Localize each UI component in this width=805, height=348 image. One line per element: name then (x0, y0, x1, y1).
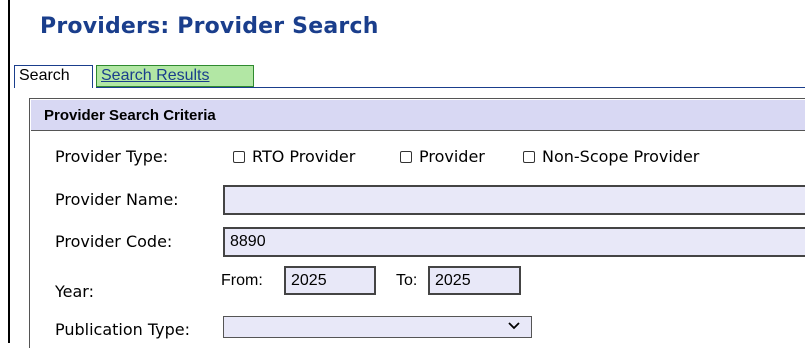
year-label: Year: (55, 282, 94, 301)
panel-header: Provider Search Criteria (31, 100, 805, 131)
provider-type-label: Provider Type: (55, 147, 169, 166)
non-scope-provider-checkbox[interactable] (523, 150, 535, 163)
publication-type-select[interactable] (223, 316, 532, 338)
provider-label: Provider (419, 147, 485, 166)
page-title: Providers: Provider Search (40, 14, 379, 39)
tab-divider (96, 87, 805, 88)
rto-provider-checkbox[interactable] (233, 150, 245, 163)
tab-search-results[interactable]: Search Results (96, 65, 254, 87)
publication-type-label: Publication Type: (55, 320, 191, 339)
tab-search[interactable]: Search (14, 65, 93, 88)
provider-code-label: Provider Code: (55, 232, 173, 251)
year-to-input[interactable]: 2025 (428, 266, 521, 295)
non-scope-provider-label: Non-Scope Provider (542, 147, 700, 166)
left-border (8, 0, 10, 343)
tab-search-label: Search (19, 67, 70, 84)
tab-search-results-label[interactable]: Search Results (101, 67, 210, 84)
year-from-input[interactable]: 2025 (284, 266, 376, 295)
year-to-label: To: (396, 272, 418, 289)
year-from-label: From: (221, 272, 263, 289)
rto-provider-label: RTO Provider (252, 147, 356, 166)
provider-option[interactable]: Provider (400, 147, 485, 166)
provider-name-input[interactable] (223, 185, 805, 215)
provider-checkbox[interactable] (400, 150, 412, 163)
chevron-down-icon (508, 322, 520, 330)
provider-code-input[interactable]: 8890 (223, 227, 805, 257)
search-criteria-panel: Provider Search Criteria (29, 98, 805, 348)
provider-name-label: Provider Name: (55, 190, 179, 209)
rto-provider-option[interactable]: RTO Provider (233, 147, 355, 166)
non-scope-provider-option[interactable]: Non-Scope Provider (523, 147, 699, 166)
